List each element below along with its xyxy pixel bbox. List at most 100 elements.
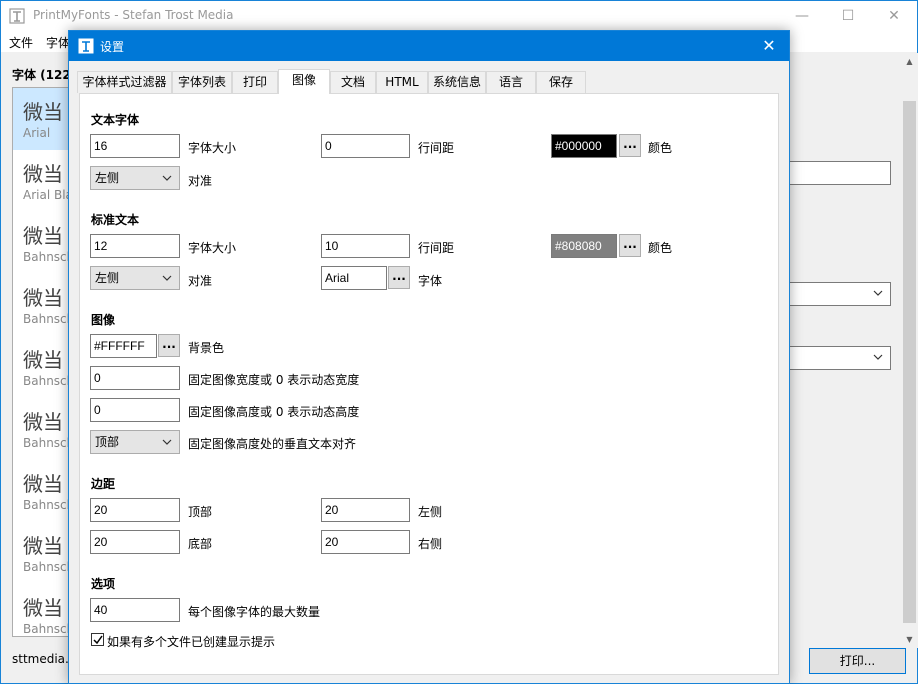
- chevron-down-icon: [162, 439, 172, 445]
- font-sample: 微当: [23, 534, 63, 558]
- show-hint-label: 如果有多个文件已创建显示提示: [107, 635, 276, 649]
- font-count-label: 字体 (122): [12, 68, 77, 82]
- text-align-label: 对准: [188, 174, 213, 188]
- margin-right-field[interactable]: 20: [321, 530, 410, 554]
- label-font-size-field[interactable]: 12: [90, 234, 180, 258]
- minimize-button[interactable]: —: [779, 1, 825, 31]
- font-name: Bahnschrift: [23, 436, 71, 450]
- label-align-dropdown[interactable]: 左侧: [90, 266, 180, 290]
- app-icon: [78, 38, 94, 54]
- font-name: Bahnschrift: [23, 560, 71, 574]
- vertical-scrollbar[interactable]: ▲ ▼: [901, 53, 918, 648]
- label-color-picker-button[interactable]: ...: [619, 234, 641, 257]
- font-sample: 微当: [23, 224, 63, 248]
- font-name: Bahnschrift: [23, 498, 71, 512]
- font-name: Bahnschrift: [23, 622, 71, 636]
- text-font-size-label: 字体大小: [188, 141, 237, 155]
- bg-color-label: 背景色: [188, 341, 225, 355]
- tab-html[interactable]: HTML: [376, 71, 428, 93]
- window-title: PrintMyFonts - Stefan Trost Media: [33, 8, 234, 22]
- vertical-align-label: 固定图像高度处的垂直文本对齐: [188, 437, 357, 451]
- right-dropdown-2[interactable]: [789, 346, 891, 370]
- chevron-down-icon: [162, 275, 172, 281]
- text-line-spacing-label: 行间距: [418, 141, 455, 155]
- dialog-close-button[interactable]: ✕: [749, 31, 789, 61]
- menu-font[interactable]: 字体: [46, 34, 70, 51]
- image-height-field[interactable]: 0: [90, 398, 180, 422]
- label-font-label: 字体: [418, 274, 443, 288]
- bg-color-picker-button[interactable]: ...: [158, 334, 180, 357]
- label-align-value: 左侧: [95, 271, 120, 285]
- font-name: Bahnschrift: [23, 374, 71, 388]
- show-hint-checkbox[interactable]: [91, 633, 104, 646]
- font-list-item[interactable]: 微当 Bahnschrift: [13, 522, 71, 584]
- font-list[interactable]: 微当 Arial 微当 Arial Black 微当 Bahnschrift 微…: [12, 87, 72, 637]
- checkmark-icon: [93, 635, 103, 645]
- margin-section-title: 边距: [91, 477, 116, 491]
- font-list-item[interactable]: 微当 Arial Black: [13, 150, 71, 212]
- vertical-align-value: 顶部: [95, 435, 120, 449]
- font-list-item[interactable]: 微当 Bahnschrift: [13, 398, 71, 460]
- tab-language[interactable]: 语言: [486, 71, 536, 93]
- tab-font-list[interactable]: 字体列表: [172, 71, 232, 93]
- margin-top-field[interactable]: 20: [90, 498, 180, 522]
- app-icon: [9, 8, 25, 24]
- close-button[interactable]: ✕: [871, 1, 917, 31]
- text-align-dropdown[interactable]: 左侧: [90, 166, 180, 190]
- font-list-item[interactable]: 微当 Bahnschrift: [13, 460, 71, 522]
- text-color-label: 颜色: [648, 141, 673, 155]
- menu-file[interactable]: 文件: [9, 34, 33, 51]
- tab-save[interactable]: 保存: [536, 71, 586, 93]
- font-list-item[interactable]: 微当 Arial: [13, 88, 71, 150]
- font-sample: 微当: [23, 162, 63, 186]
- dialog-titlebar: 设置 ✕: [69, 31, 789, 61]
- text-font-section-title: 文本字体: [91, 113, 140, 127]
- print-button[interactable]: 打印...: [809, 648, 906, 674]
- max-fonts-field[interactable]: 40: [90, 598, 180, 622]
- tab-font-style-filter[interactable]: 字体样式过滤器: [77, 71, 172, 93]
- scroll-up-arrow-icon[interactable]: ▲: [901, 53, 918, 70]
- margin-bottom-field[interactable]: 20: [90, 530, 180, 554]
- font-list-item[interactable]: 微当 Bahnschrift: [13, 584, 71, 636]
- maximize-button[interactable]: ☐: [825, 1, 871, 31]
- label-align-label: 对准: [188, 274, 213, 288]
- tab-document[interactable]: 文档: [330, 71, 376, 93]
- label-font-picker-button[interactable]: ...: [388, 266, 410, 289]
- scroll-down-arrow-icon[interactable]: ▼: [901, 631, 918, 648]
- main-titlebar: PrintMyFonts - Stefan Trost Media — ☐ ✕: [1, 1, 917, 31]
- text-color-picker-button[interactable]: ...: [619, 134, 641, 157]
- font-name: Bahnschrift: [23, 312, 71, 326]
- font-sample: 微当: [23, 100, 63, 124]
- font-list-item[interactable]: 微当 Bahnschrift: [13, 274, 71, 336]
- dialog-title: 设置: [100, 40, 125, 54]
- label-font-field[interactable]: Arial: [321, 266, 387, 290]
- font-sample: 微当: [23, 410, 63, 434]
- font-list-item[interactable]: 微当 Bahnschrift: [13, 336, 71, 398]
- font-sample: 微当: [23, 472, 63, 496]
- tab-image[interactable]: 图像: [278, 69, 330, 94]
- right-dropdown-1[interactable]: [789, 282, 891, 306]
- tab-print[interactable]: 打印: [232, 71, 278, 93]
- font-sample: 微当: [23, 286, 63, 310]
- margin-right-label: 右侧: [418, 537, 443, 551]
- label-color-swatch[interactable]: #808080: [551, 234, 617, 258]
- chevron-down-icon: [873, 290, 883, 296]
- text-color-swatch[interactable]: #000000: [551, 134, 617, 158]
- label-line-spacing-label: 行间距: [418, 241, 455, 255]
- image-width-field[interactable]: 0: [90, 366, 180, 390]
- label-line-spacing-field[interactable]: 10: [321, 234, 410, 258]
- vertical-align-dropdown[interactable]: 顶部: [90, 430, 180, 454]
- text-line-spacing-field[interactable]: 0: [321, 134, 410, 158]
- scroll-thumb[interactable]: [903, 101, 916, 623]
- image-width-label: 固定图像宽度或 0 表示动态宽度: [188, 373, 360, 387]
- font-sample: 微当: [23, 596, 63, 620]
- label-font-size-label: 字体大小: [188, 241, 237, 255]
- margin-left-field[interactable]: 20: [321, 498, 410, 522]
- label-color-label: 颜色: [648, 241, 673, 255]
- font-name: Bahnschrift: [23, 250, 71, 264]
- right-text-field[interactable]: [789, 161, 891, 185]
- font-list-item[interactable]: 微当 Bahnschrift: [13, 212, 71, 274]
- bg-color-field[interactable]: #FFFFFF: [90, 334, 157, 358]
- tab-system-info[interactable]: 系统信息: [428, 71, 486, 93]
- text-font-size-field[interactable]: 16: [90, 134, 180, 158]
